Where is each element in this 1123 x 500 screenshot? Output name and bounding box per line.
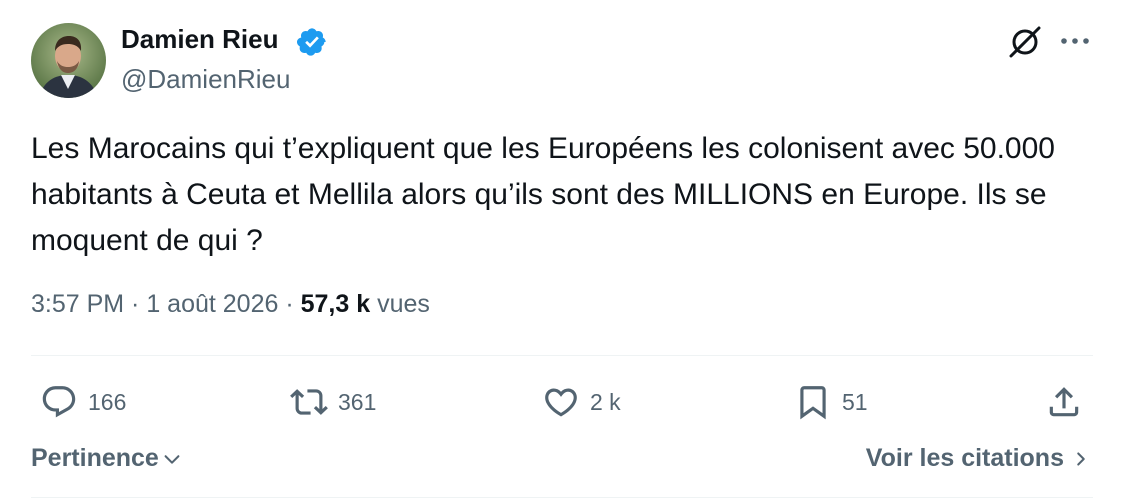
like-button[interactable]: 2 k (542, 382, 621, 422)
sort-label: Pertinence (31, 444, 159, 472)
more-icon[interactable] (1058, 26, 1092, 56)
view-quotes-link[interactable]: Voir les citations (866, 444, 1090, 473)
repost-icon (290, 389, 328, 415)
share-icon (1049, 387, 1079, 417)
grok-icon[interactable] (1006, 23, 1044, 61)
chevron-right-icon (1077, 451, 1085, 466)
tweet-time[interactable]: 3:57 PM (31, 290, 124, 318)
verified-badge-icon (297, 28, 326, 56)
bookmark-button[interactable]: 51 (794, 382, 868, 422)
avatar[interactable] (31, 23, 106, 98)
tweet-meta: 3:57 PM · 1 août 2026 · 57,3 k vues (31, 290, 430, 319)
meta-separator: · (278, 290, 301, 318)
views-count: 57,3 k (300, 290, 371, 318)
sort-dropdown[interactable]: Pertinence (31, 444, 183, 473)
divider (31, 355, 1093, 356)
tweet-text: Les Marocains qui t’expliquent que les E… (31, 132, 1055, 257)
avatar-image (31, 23, 106, 98)
share-button[interactable] (1045, 382, 1083, 422)
reply-count: 166 (88, 388, 127, 415)
repost-button[interactable]: 361 (290, 382, 376, 422)
reply-button[interactable]: 166 (40, 382, 126, 422)
repost-count: 361 (338, 388, 377, 415)
divider (31, 497, 1093, 498)
display-name[interactable]: Damien Rieu (121, 24, 279, 55)
meta-separator: · (124, 290, 147, 318)
like-count: 2 k (590, 388, 621, 415)
bookmark-icon (800, 386, 826, 420)
view-quotes-label: Voir les citations (865, 444, 1064, 472)
user-handle[interactable]: @DamienRieu (121, 64, 290, 95)
bookmark-count: 51 (842, 388, 868, 415)
chevron-down-icon (164, 454, 180, 464)
reply-icon (42, 386, 76, 418)
views-label: vues (377, 290, 430, 318)
heart-icon (545, 388, 577, 417)
tweet-date[interactable]: 1 août 2026 (146, 290, 278, 318)
